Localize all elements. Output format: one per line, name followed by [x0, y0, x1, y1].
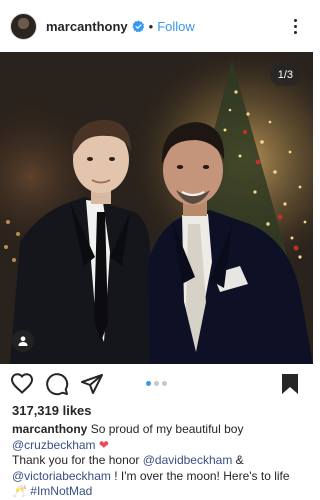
avatar[interactable] [10, 12, 37, 40]
post-photo[interactable]: 1/3 [0, 52, 313, 364]
follow-button[interactable]: Follow [157, 19, 195, 34]
heart-icon[interactable] [10, 372, 34, 396]
person-tag-icon[interactable] [12, 330, 34, 352]
caption-username[interactable]: marcanthony [12, 422, 87, 436]
follow-separator: • [148, 18, 154, 34]
caption-text-2: Thank you for the honor [12, 453, 143, 468]
post-header: marcanthony • Follow [0, 0, 313, 52]
mention-victoriabeckham[interactable]: @victoriabeckham [12, 469, 111, 483]
caption-text-4: ! I'm over the moon! Here's to life [110, 468, 290, 483]
mention-cruzbeckham[interactable]: @cruzbeckham [12, 438, 96, 452]
username[interactable]: marcanthony [46, 19, 128, 34]
comment-icon[interactable] [45, 372, 69, 396]
more-options-icon[interactable] [285, 16, 305, 36]
toast-emoji: 🥂 [12, 484, 27, 499]
heart-emoji: ❤ [95, 437, 109, 452]
image-counter: 1/3 [269, 64, 301, 86]
hashtag-imnotmad[interactable]: #ImNotMad [27, 484, 92, 498]
caption-text-3: & [232, 453, 244, 468]
post-actions [0, 366, 313, 402]
caption-text-1: So proud of my beautiful boy [87, 422, 244, 436]
bookmark-icon[interactable] [279, 372, 301, 396]
post-caption: marcanthony So proud of my beautiful boy… [12, 422, 307, 500]
verified-badge-icon [132, 20, 144, 32]
photo-illustration [0, 52, 313, 364]
send-icon[interactable] [80, 372, 104, 396]
mention-davidbeckham[interactable]: @davidbeckham [143, 453, 233, 467]
carousel-pager [146, 381, 167, 386]
likes-count[interactable]: 317,319 likes [12, 403, 92, 418]
